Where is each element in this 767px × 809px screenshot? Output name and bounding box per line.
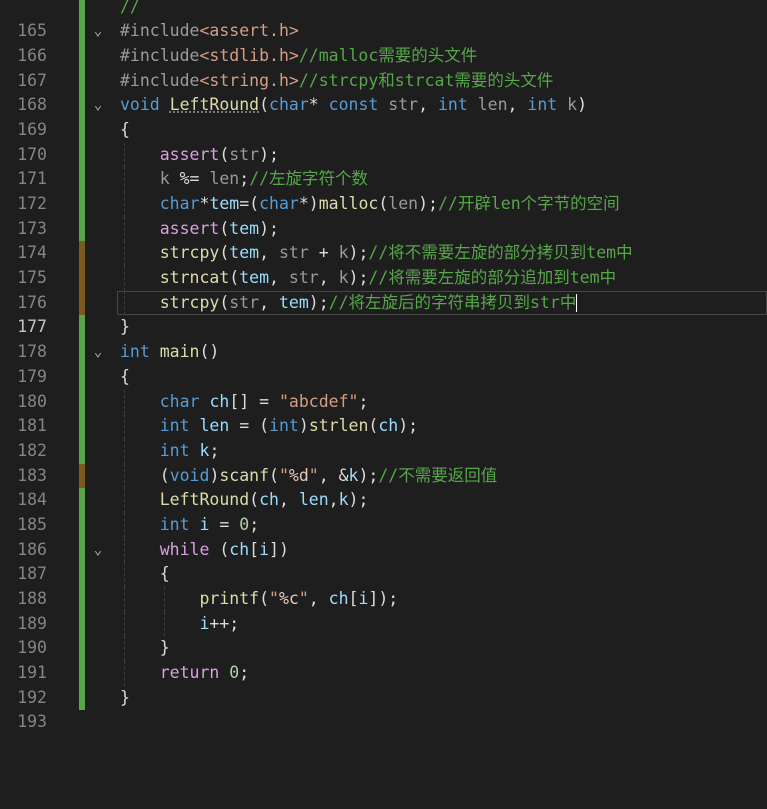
code-line[interactable]: 190 i++; bbox=[0, 611, 767, 657]
code-line[interactable]: 170 { bbox=[0, 117, 767, 164]
change-marker-saved bbox=[79, 19, 85, 44]
code-text[interactable]: int main() bbox=[120, 340, 219, 365]
code-text[interactable]: return 0; bbox=[120, 661, 249, 686]
change-marker-saved bbox=[79, 685, 85, 711]
code-line[interactable]: 188 { bbox=[0, 562, 767, 608]
line-number: 193 bbox=[17, 712, 47, 732]
code-line[interactable]: 174 assert(tem); bbox=[0, 216, 767, 262]
code-line[interactable]: 178 } bbox=[0, 315, 767, 361]
code-text[interactable]: void LeftRound(char* const str, int len,… bbox=[120, 93, 587, 118]
code-text[interactable]: { bbox=[120, 562, 170, 587]
change-marker-saved bbox=[79, 636, 85, 662]
code-line[interactable]: 166 ⌄ #include<assert.h> bbox=[0, 19, 767, 65]
code-text[interactable]: } bbox=[120, 315, 130, 340]
change-marker-unsaved bbox=[79, 290, 85, 316]
code-text[interactable]: printf("%c", ch[i]); bbox=[120, 587, 398, 612]
code-line[interactable]: 171 assert(str); bbox=[0, 142, 767, 188]
code-text[interactable]: assert(tem); bbox=[120, 217, 279, 242]
code-text[interactable]: (void)scanf("%d", &k);//不需要返回值 bbox=[120, 464, 497, 489]
chevron-down-icon[interactable]: ⌄ bbox=[90, 93, 106, 118]
code-text[interactable]: int k; bbox=[120, 439, 220, 464]
code-line[interactable]: 192 return 0; bbox=[0, 661, 767, 707]
change-marker-saved bbox=[79, 414, 85, 439]
change-marker-saved bbox=[79, 192, 85, 217]
change-marker-saved bbox=[79, 0, 85, 20]
chevron-down-icon[interactable]: ⌄ bbox=[90, 19, 106, 44]
code-text[interactable]: } bbox=[120, 686, 130, 711]
code-line[interactable]: 182 int len = (int)strlen(ch); bbox=[0, 414, 767, 460]
change-marker-saved bbox=[79, 587, 85, 612]
text-cursor bbox=[576, 294, 578, 313]
change-marker-saved bbox=[79, 512, 85, 538]
code-line[interactable]: 169 ⌄ void LeftRound(char* const str, in… bbox=[0, 93, 767, 139]
code-text[interactable]: char ch[] = "abcdef"; bbox=[120, 390, 369, 415]
code-text[interactable]: } bbox=[120, 636, 170, 661]
code-text[interactable]: int i = 0; bbox=[120, 513, 259, 538]
change-marker-saved bbox=[79, 389, 85, 415]
code-text[interactable]: // bbox=[120, 0, 140, 19]
code-text[interactable]: char*tem=(char*)malloc(len);//开辟len个字节的空… bbox=[120, 192, 620, 217]
code-text[interactable]: strncat(tem, str, k);//将需要左旋的部分追加到tem中 bbox=[120, 266, 616, 291]
code-line[interactable]: 173 char*tem=(char*)malloc(len);//开辟len个… bbox=[0, 192, 767, 238]
chevron-down-icon[interactable]: ⌄ bbox=[90, 340, 106, 365]
code-text[interactable]: LeftRound(ch, len,k); bbox=[120, 488, 369, 513]
change-marker-saved bbox=[79, 43, 85, 69]
code-text[interactable]: #include<stdlib.h>//malloc需要的头文件 bbox=[120, 44, 477, 69]
code-line[interactable]: 175 strcpy(tem, str + k);//将不需要左旋的部分拷贝到t… bbox=[0, 241, 767, 287]
change-marker-saved bbox=[79, 117, 85, 143]
code-line[interactable]: 168 #include<string.h>//strcpy和strcat需要的… bbox=[0, 68, 767, 114]
change-marker-unsaved bbox=[79, 241, 85, 267]
code-text[interactable]: k %= len;//左旋字符个数 bbox=[120, 167, 368, 192]
change-marker-unsaved bbox=[79, 266, 85, 291]
change-marker-saved bbox=[79, 68, 85, 94]
code-text[interactable]: { bbox=[120, 118, 130, 143]
code-line[interactable]: 193 } bbox=[0, 685, 767, 731]
change-marker-saved bbox=[79, 611, 85, 637]
change-marker-saved bbox=[79, 167, 85, 192]
code-editor[interactable]: 165 // 166 ⌄ #include<assert.h> 167 #inc… bbox=[0, 0, 767, 731]
code-text[interactable]: strcpy(tem, str + k);//将不需要左旋的部分拷贝到tem中 bbox=[120, 241, 633, 266]
code-line[interactable]: 191 } bbox=[0, 636, 767, 682]
code-line[interactable]: 189 printf("%c", ch[i]); bbox=[0, 587, 767, 633]
chevron-down-icon[interactable]: ⌄ bbox=[90, 538, 106, 563]
change-marker-unsaved bbox=[79, 463, 85, 489]
code-text[interactable]: i++; bbox=[120, 612, 239, 637]
change-marker-saved bbox=[79, 488, 85, 513]
code-text[interactable]: while (ch[i]) bbox=[120, 538, 289, 563]
code-line-active[interactable]: 177 strcpy(str, tem);//将左旋后的字符串拷贝到str中 bbox=[0, 290, 767, 336]
change-marker-saved bbox=[79, 364, 85, 390]
code-text[interactable]: #include<assert.h> bbox=[120, 19, 299, 44]
change-marker-saved bbox=[79, 661, 85, 686]
code-line[interactable]: 179 ⌄ int main() bbox=[0, 340, 767, 386]
code-text[interactable]: #include<string.h>//strcpy和strcat需要的头文件 bbox=[120, 69, 553, 94]
code-line[interactable]: 184 (void)scanf("%d", &k);//不需要返回值 bbox=[0, 463, 767, 509]
code-line[interactable]: 185 LeftRound(ch, len,k); bbox=[0, 488, 767, 534]
code-line[interactable]: 165 // bbox=[0, 0, 767, 40]
code-line[interactable]: 176 strncat(tem, str, k);//将需要左旋的部分追加到te… bbox=[0, 266, 767, 312]
change-marker-saved bbox=[79, 315, 85, 341]
code-line[interactable]: 187 ⌄ while (ch[i]) bbox=[0, 537, 767, 583]
code-line[interactable]: 183 int k; bbox=[0, 438, 767, 485]
change-marker-saved bbox=[79, 142, 85, 168]
code-line[interactable]: 186 int i = 0; bbox=[0, 512, 767, 559]
change-marker-saved bbox=[79, 340, 85, 365]
change-marker-saved bbox=[79, 537, 85, 563]
code-text[interactable]: int len = (int)strlen(ch); bbox=[120, 414, 418, 439]
code-line[interactable]: 172 k %= len;//左旋字符个数 bbox=[0, 167, 767, 213]
code-text[interactable]: strcpy(str, tem);//将左旋后的字符串拷贝到str中 bbox=[120, 291, 578, 316]
code-line[interactable]: 181 char ch[] = "abcdef"; bbox=[0, 389, 767, 435]
code-text[interactable]: assert(str); bbox=[120, 143, 279, 168]
change-marker-saved bbox=[79, 216, 85, 242]
change-marker-saved bbox=[79, 93, 85, 118]
change-marker-saved bbox=[79, 438, 85, 464]
code-text[interactable]: { bbox=[120, 365, 130, 390]
code-line[interactable]: 180 { bbox=[0, 364, 767, 411]
code-line[interactable]: 167 #include<stdlib.h>//malloc需要的头文件 bbox=[0, 43, 767, 90]
change-marker-saved bbox=[79, 562, 85, 587]
